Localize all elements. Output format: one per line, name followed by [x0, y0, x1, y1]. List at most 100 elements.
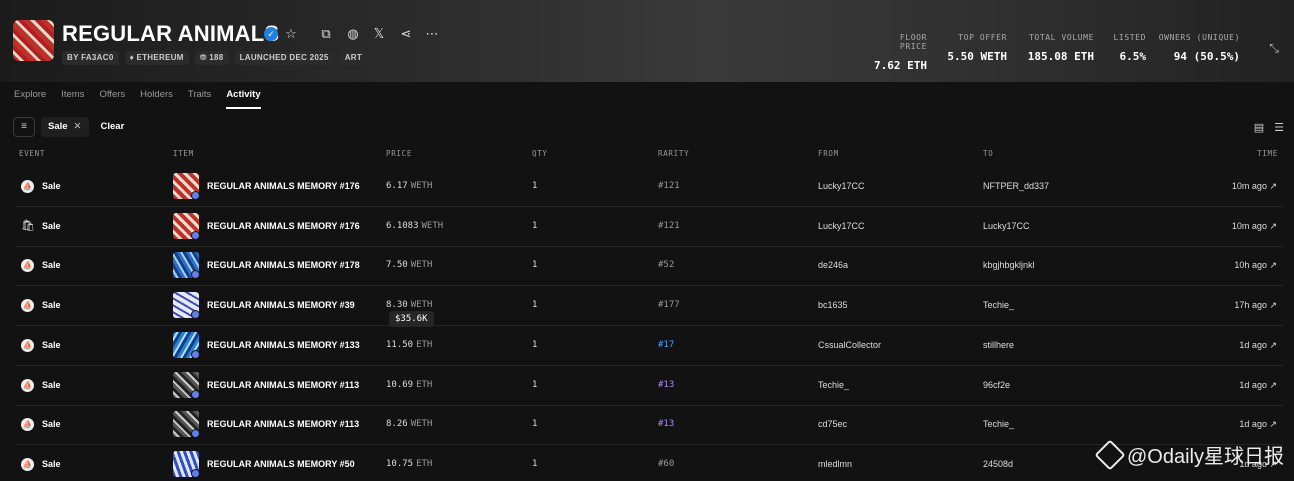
item-thumbnail[interactable] [173, 331, 200, 359]
from-address[interactable]: CssualCollector [818, 326, 881, 365]
price-value[interactable]: 7.50 WETH [386, 246, 432, 285]
from-address[interactable]: bc1635 [818, 286, 848, 325]
item-thumbnail[interactable] [173, 411, 200, 439]
globe-icon[interactable]: ◍ [344, 25, 362, 43]
item-thumbnail[interactable] [173, 173, 200, 200]
tab-holders[interactable]: Holders [140, 89, 173, 109]
event-label: Sale [42, 181, 61, 191]
from-address[interactable]: mledlmn [818, 445, 852, 481]
item-thumbnail[interactable] [173, 292, 200, 320]
table-view-icon[interactable]: ▤ [1254, 121, 1264, 134]
table-row[interactable]: ⛵ Sale REGULAR ANIMALS MEMORY #50 10.75 ETH 1… [15, 445, 1283, 481]
sale-filter-chip[interactable]: Sale ✕ [41, 117, 89, 137]
table-row[interactable]: ⛵ Sale REGULAR ANIMALS MEMORY #113 8.26 WETH… [15, 405, 1283, 446]
filter-icon[interactable]: ≡ [13, 117, 35, 137]
time-link[interactable]: 10m ago ↗ [1232, 167, 1277, 206]
x-social-icon[interactable]: 𝕏 [370, 25, 388, 43]
from-address[interactable]: Lucky17CC [818, 207, 865, 246]
time-link[interactable]: 17h ago ↗ [1234, 286, 1277, 325]
price-value[interactable]: 11.50 ETH [386, 326, 432, 365]
item-name[interactable]: REGULAR ANIMALS MEMORY #176 [207, 207, 360, 246]
chain-tag: ♦ ETHEREUM [124, 51, 189, 65]
collection-stats: FLOOR PRICE 7.62 ETH TOP OFFER 5.50 WETH… [874, 33, 1240, 72]
table-row[interactable]: ⛵ Sale REGULAR ANIMALS MEMORY #133 11.50 ETH… [15, 326, 1283, 366]
ethereum-icon [191, 349, 200, 359]
quantity: 1 [532, 419, 538, 430]
price-value[interactable]: 10.75 ETH [386, 445, 432, 481]
col-event: EVENT [19, 149, 46, 158]
to-address[interactable]: 96cf2e [983, 366, 1010, 405]
collapse-icon[interactable]: ⤡ [1264, 38, 1284, 58]
col-to: TO [983, 149, 994, 158]
list-view-icon[interactable]: ☰ [1274, 121, 1284, 134]
from-address[interactable]: cd75ec [818, 405, 847, 444]
from-address[interactable]: de246a [818, 246, 848, 285]
to-address[interactable]: stillhere [983, 326, 1014, 365]
quantity: 1 [532, 260, 538, 271]
from-address[interactable]: Lucky17CC [818, 167, 865, 206]
table-row[interactable]: ⛵ Sale REGULAR ANIMALS MEMORY #178 7.50 WETH… [15, 246, 1283, 287]
quantity: 1 [532, 379, 538, 390]
close-icon[interactable]: ✕ [74, 117, 82, 137]
from-address[interactable]: Techie_ [818, 366, 849, 405]
verified-icon: ✓ [264, 27, 278, 41]
item-thumbnail[interactable] [173, 252, 200, 280]
item-thumbnail[interactable] [173, 212, 200, 240]
opensea-icon: ⛵ [21, 338, 34, 352]
event-label: Sale [42, 419, 61, 430]
table-row[interactable]: ⛵ Sale REGULAR ANIMALS MEMORY #39 8.30 WETH 1… [15, 286, 1283, 327]
col-price: PRICE [386, 149, 413, 158]
to-address[interactable]: kbgjhbgkljnkl [983, 246, 1035, 285]
tab-traits[interactable]: Traits [188, 89, 211, 109]
time-link[interactable]: 10h ago ↗ [1234, 246, 1277, 285]
collection-logo[interactable] [13, 20, 54, 61]
event-label: Sale [42, 220, 61, 231]
time-link[interactable]: 1d ago ↗ [1239, 366, 1277, 405]
creator-tag[interactable]: BY FA3AC0 [62, 51, 119, 65]
collection-tags: BY FA3AC0 ♦ ETHEREUM ⛃ 188 LAUNCHED DEC … [62, 51, 368, 65]
table-header: EVENT ITEM PRICE QTY RARITY FROM TO TIME [0, 149, 1294, 163]
price-value[interactable]: 8.26 WETH [386, 405, 432, 444]
price-value[interactable]: 10.69 ETH [386, 366, 432, 405]
tab-activity[interactable]: Activity [226, 89, 261, 109]
to-address[interactable]: 24508d [983, 445, 1013, 481]
to-address[interactable]: Techie_ [983, 286, 1014, 325]
quantity: 1 [532, 181, 538, 191]
tab-explore[interactable]: Explore [14, 89, 46, 109]
col-item: ITEM [173, 149, 194, 158]
item-thumbnail[interactable] [173, 450, 200, 478]
share-icon[interactable]: ⋖ [397, 25, 415, 43]
table-row[interactable]: 🛍 Sale REGULAR ANIMALS MEMORY #176 6.1083 WE… [15, 207, 1283, 247]
item-name[interactable]: REGULAR ANIMALS MEMORY #178 [207, 246, 360, 285]
to-address[interactable]: NFTPER_dd337 [983, 167, 1049, 206]
collection-title: REGULAR ANIMALS [62, 21, 280, 46]
item-name[interactable]: REGULAR ANIMALS MEMORY #50 [207, 445, 355, 481]
tab-offers[interactable]: Offers [99, 89, 125, 109]
table-row[interactable]: ⛵ Sale REGULAR ANIMALS MEMORY #113 10.69 ETH… [15, 366, 1283, 406]
time-link[interactable]: 10m ago ↗ [1232, 207, 1277, 246]
item-name[interactable]: REGULAR ANIMALS MEMORY #176 [207, 167, 360, 206]
time-link[interactable]: 1d ago ↗ [1239, 326, 1277, 365]
opensea-icon: ⛵ [21, 259, 34, 273]
item-name[interactable]: REGULAR ANIMALS MEMORY #113 [207, 405, 359, 444]
to-address[interactable]: Techie_ [983, 405, 1014, 444]
item-thumbnail[interactable] [173, 371, 200, 399]
more-icon[interactable]: ⋯ [423, 25, 441, 43]
item-name[interactable]: REGULAR ANIMALS MEMORY #39 [207, 286, 355, 325]
ethereum-icon [191, 230, 200, 240]
stat-total-volume: TOTAL VOLUME 185.08 ETH [1027, 33, 1094, 63]
to-address[interactable]: Lucky17CC [983, 207, 1030, 246]
launch-tag: LAUNCHED DEC 2025 [234, 51, 334, 65]
collection-header: REGULAR ANIMALS ✓ ☆ ⧉ ◍ 𝕏 ⋖ ⋯ BY FA3AC0 … [0, 0, 1294, 82]
tab-items[interactable]: Items [61, 89, 84, 109]
table-row[interactable]: ⛵ Sale REGULAR ANIMALS MEMORY #176 6.17 WETH… [15, 167, 1283, 207]
copy-icon[interactable]: ⧉ [317, 25, 335, 43]
time-link[interactable]: 1d ago ↗ [1239, 405, 1277, 444]
price-value[interactable]: 6.17 WETH [386, 167, 432, 206]
clear-filters-button[interactable]: Clear [95, 117, 131, 137]
price-value[interactable]: 6.1083 WETH [386, 207, 443, 246]
rarity-rank: #60 [658, 458, 675, 469]
star-icon[interactable]: ☆ [282, 25, 300, 43]
item-name[interactable]: REGULAR ANIMALS MEMORY #113 [207, 366, 359, 405]
item-name[interactable]: REGULAR ANIMALS MEMORY #133 [207, 326, 360, 365]
